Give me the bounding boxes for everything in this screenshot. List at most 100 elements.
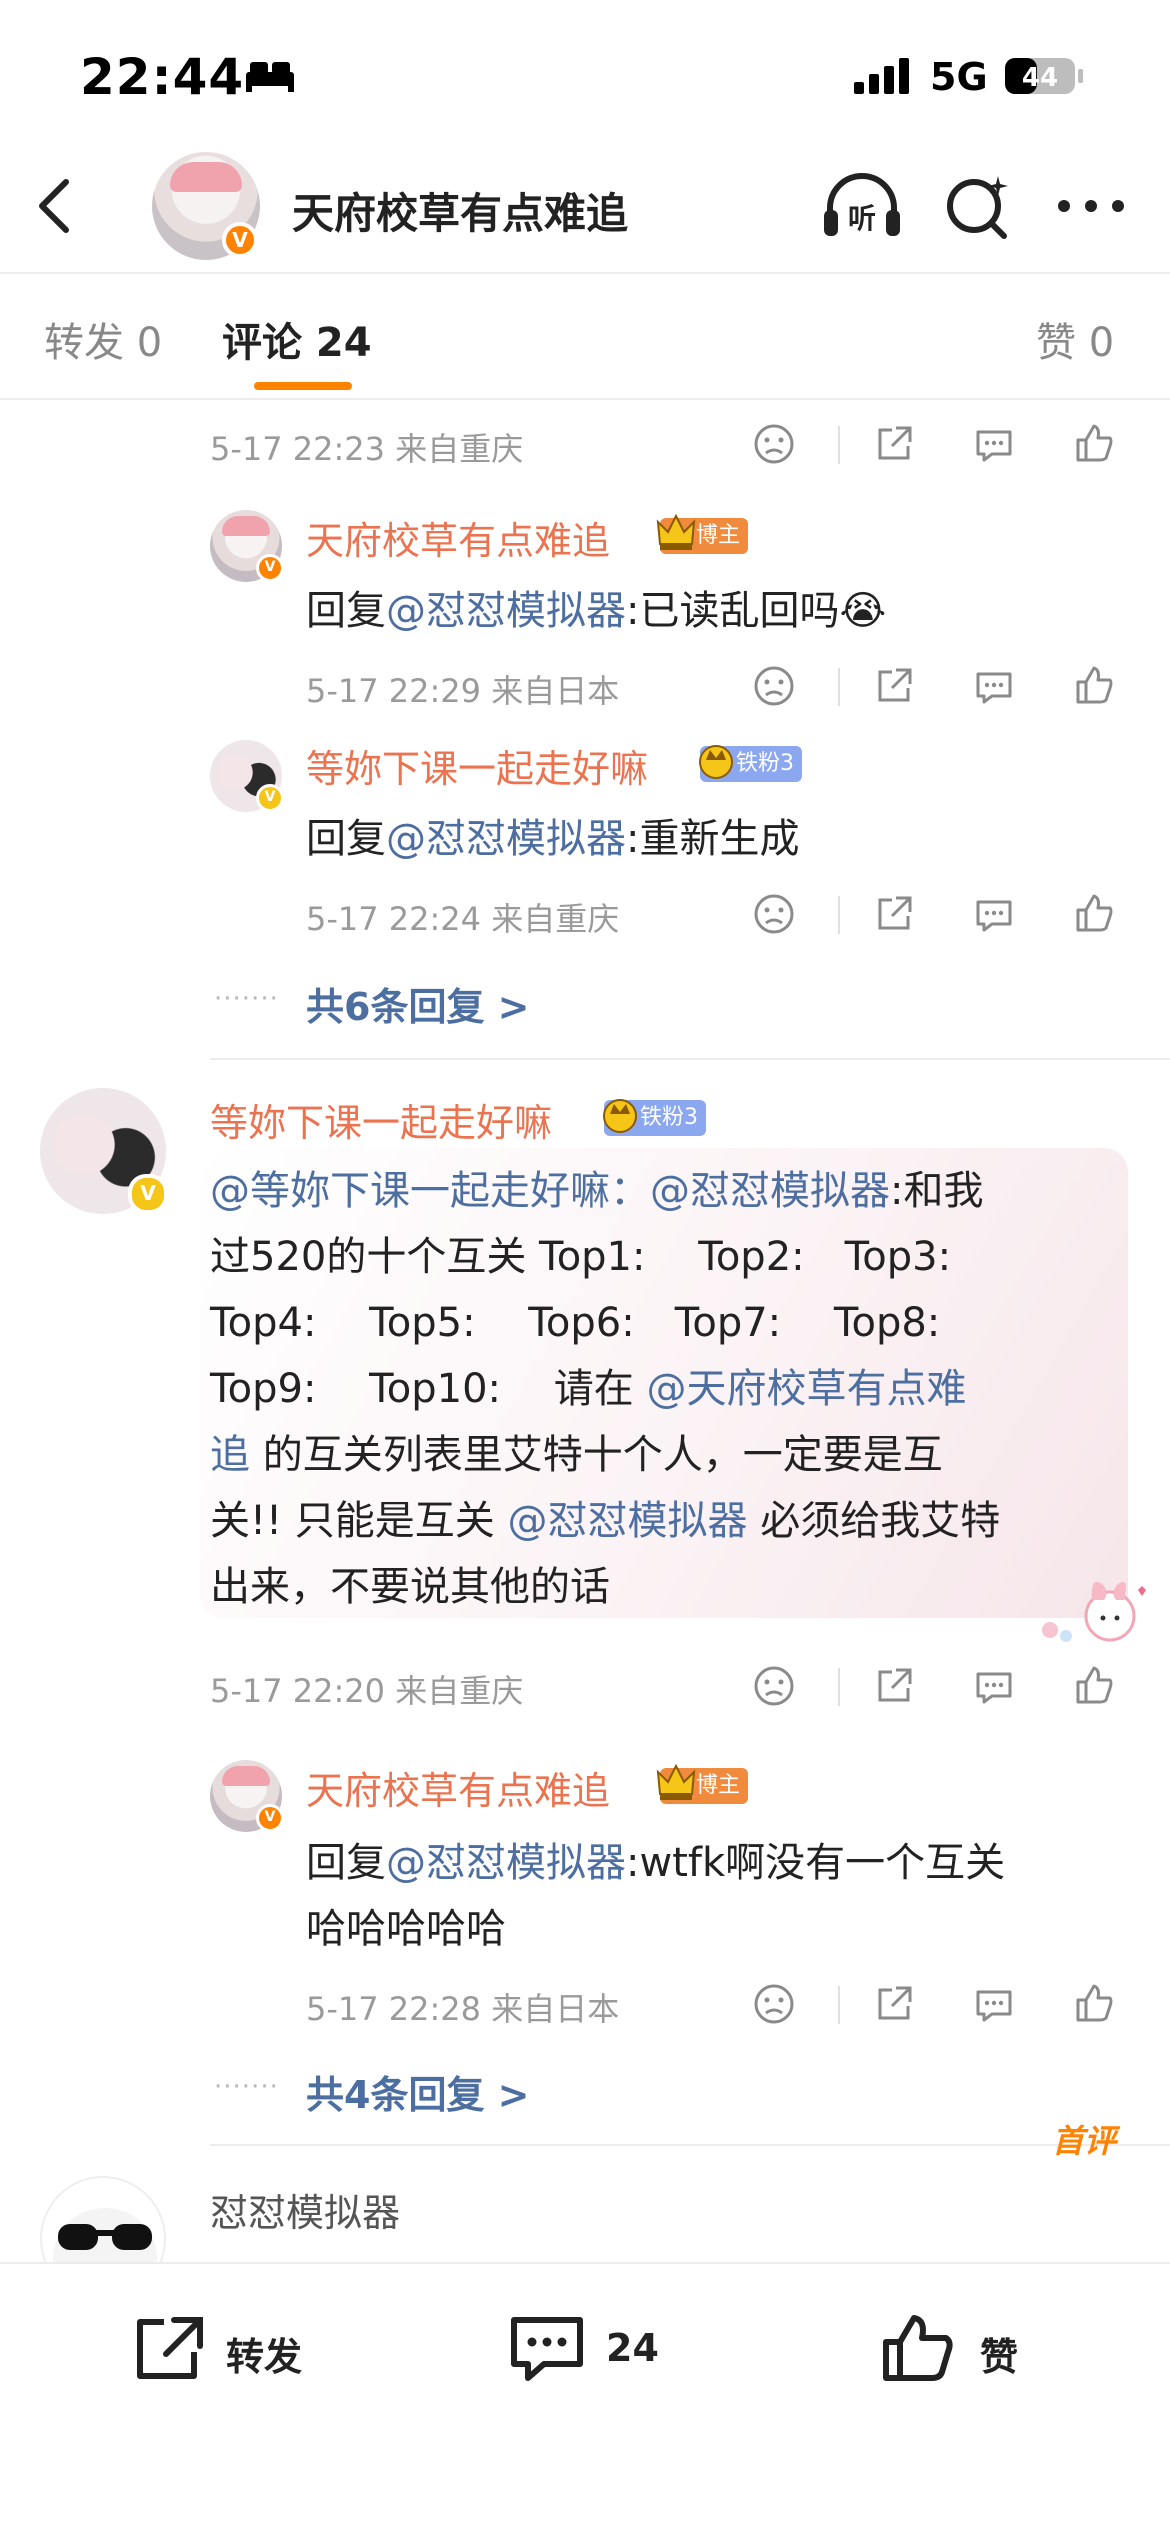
dislike-face-icon[interactable]	[750, 890, 798, 938]
comment-body-line: Top4: Top5: Top6: Top7: Top8:	[210, 1290, 1130, 1356]
username[interactable]: 天府校草有点难追	[306, 1760, 610, 1815]
mention-link[interactable]: @怼怼模拟器	[386, 1840, 626, 1886]
username[interactable]: 等妳下课一起走好嘛	[306, 738, 648, 793]
repost-label: 转发	[226, 2335, 303, 2379]
fan-badge: 铁粉3	[699, 745, 802, 782]
verified-icon: V	[256, 554, 284, 582]
comment-body-line: Top9: Top10: 请在 @天府校草有点难	[210, 1356, 1130, 1422]
like-label: 赞	[980, 2335, 1019, 2379]
share-icon[interactable]	[870, 662, 918, 710]
back-icon[interactable]	[30, 176, 80, 236]
author-badge: 博主	[656, 1763, 749, 1804]
tab-likes[interactable]: 赞 0	[1036, 310, 1114, 368]
comment-count: 24	[606, 2326, 659, 2370]
like-icon[interactable]	[1070, 890, 1118, 938]
badge-label: 铁粉3	[640, 1105, 698, 1130]
comment-meta: 5-17 22:29 来自日本	[306, 672, 620, 710]
like-button[interactable]: 赞	[880, 2264, 1040, 2424]
mention-link[interactable]: @怼怼模拟器	[386, 816, 626, 862]
reply-text: 回复@怼怼模拟器:重新生成	[306, 816, 800, 862]
like-icon[interactable]	[1070, 662, 1118, 710]
network-type: 5G	[930, 55, 988, 99]
tab-comments[interactable]: 评论 24	[222, 310, 372, 368]
tab-bar: 转发 0 评论 24 赞 0	[0, 274, 1170, 394]
mention-link[interactable]: @怼怼模拟器	[386, 588, 626, 634]
dislike-face-icon[interactable]	[750, 1662, 798, 1710]
comment-text-segment: 的互关列表里艾特十个人，一定要是互	[250, 1432, 943, 1478]
thumbs-up-icon	[883, 2315, 953, 2381]
reply-icon[interactable]	[970, 420, 1018, 468]
tab-reposts[interactable]: 转发 0	[44, 310, 162, 368]
cellular-signal-icon	[854, 58, 909, 94]
comment-icon	[511, 2317, 583, 2381]
comment-meta: 5-17 22:20 来自重庆	[210, 1672, 524, 1710]
my-melody-sticker-icon	[1042, 1582, 1146, 1642]
reply-icon[interactable]	[970, 1980, 1018, 2028]
fan-crown-icon	[603, 1099, 637, 1133]
more-dots: ·······	[214, 984, 279, 1014]
mention-link[interactable]: @怼怼模拟器	[650, 1168, 890, 1214]
battery-icon: 44	[1005, 58, 1083, 94]
reply-text: 回复@怼怼模拟器:wtfk啊没有一个互关	[306, 1840, 1006, 1886]
comment-button[interactable]: 24	[508, 2264, 708, 2424]
comment-body-line: @等妳下课一起走好嘛：@怼怼模拟器:和我	[210, 1158, 1130, 1224]
mention-link[interactable]: @等妳下课一起走好嘛：	[210, 1168, 650, 1214]
comment-actions	[744, 1980, 1170, 2030]
crown-icon	[656, 1763, 696, 1800]
comment-body: @等妳下课一起走好嘛：@怼怼模拟器:和我 过520的十个互关 Top1: Top2…	[210, 1158, 1130, 1620]
username[interactable]: 等妳下课一起走好嘛	[210, 1092, 552, 1147]
badge-label: 博主	[696, 1773, 741, 1798]
comment-meta: 5-17 22:28 来自日本	[306, 1990, 620, 2028]
dislike-face-icon[interactable]	[750, 1980, 798, 2028]
like-icon[interactable]	[1070, 1980, 1118, 2028]
mention-link[interactable]: 追	[210, 1432, 250, 1478]
reply-icon[interactable]	[970, 890, 1018, 938]
comment-text-segment: 出来，不要说其他的话	[210, 1564, 610, 1610]
sleep-mode-icon	[246, 62, 294, 92]
comment-text-segment: :和我	[890, 1168, 984, 1214]
bottom-action-bar: 转发 24 赞	[0, 2262, 1170, 2532]
view-more-replies-link[interactable]: 共4条回复 >	[306, 2064, 530, 2119]
comment-text-segment: 必须给我艾特	[747, 1498, 1001, 1544]
more-icon[interactable]	[1056, 196, 1126, 216]
more-dots: ·······	[214, 2072, 279, 2102]
fan-crown-icon	[699, 745, 733, 779]
author-badge: 博主	[656, 513, 749, 554]
like-icon[interactable]	[1070, 420, 1118, 468]
share-icon[interactable]	[870, 1662, 918, 1710]
comment-actions	[744, 662, 1170, 712]
comment-text-segment: Top9: Top10: 请在	[210, 1366, 647, 1412]
page-title[interactable]: 天府校草有点难追	[292, 180, 628, 241]
comment-actions	[744, 420, 1170, 470]
like-icon[interactable]	[1070, 1662, 1118, 1710]
reply-icon[interactable]	[970, 662, 1018, 710]
dislike-face-icon[interactable]	[750, 420, 798, 468]
share-icon[interactable]	[870, 420, 918, 468]
mention-link[interactable]: @怼怼模拟器	[508, 1498, 748, 1544]
share-icon[interactable]	[870, 890, 918, 938]
reply-text: 回复@怼怼模拟器:已读乱回吗😭	[306, 588, 887, 634]
repost-button[interactable]: 转发	[130, 2264, 370, 2424]
view-more-replies-link[interactable]: 共6条回复 >	[306, 976, 530, 1031]
verified-icon: V	[256, 1804, 284, 1832]
username[interactable]: 天府校草有点难追	[306, 510, 610, 565]
mention-link[interactable]: @天府校草有点难	[646, 1366, 966, 1412]
badge-label: 铁粉3	[736, 751, 794, 776]
share-icon[interactable]	[870, 1980, 918, 2028]
fan-badge: 铁粉3	[603, 1099, 706, 1136]
comment-body-line: 出来，不要说其他的话	[210, 1554, 1130, 1620]
comment-body-line: 追 的互关列表里艾特十个人，一定要是互	[210, 1422, 1130, 1488]
comment-text-segment: 关!! 只能是互关	[210, 1498, 508, 1544]
comment-text-segment: 过520的十个互关 Top1: Top2: Top3:	[210, 1234, 952, 1280]
verified-icon: V	[128, 1174, 168, 1214]
comment-divider	[210, 2144, 1170, 2146]
verified-icon: V	[256, 784, 284, 812]
active-tab-indicator	[254, 382, 352, 390]
username[interactable]: 怼怼模拟器	[210, 2182, 400, 2237]
headphones-listen-icon[interactable]: 听	[820, 170, 904, 242]
comment-body-line: 过520的十个互关 Top1: Top2: Top3:	[210, 1224, 1130, 1290]
search-icon[interactable]	[942, 172, 1012, 242]
dislike-face-icon[interactable]	[750, 662, 798, 710]
status-bar: 22:44 5G 44	[0, 0, 1170, 140]
reply-icon[interactable]	[970, 1662, 1018, 1710]
